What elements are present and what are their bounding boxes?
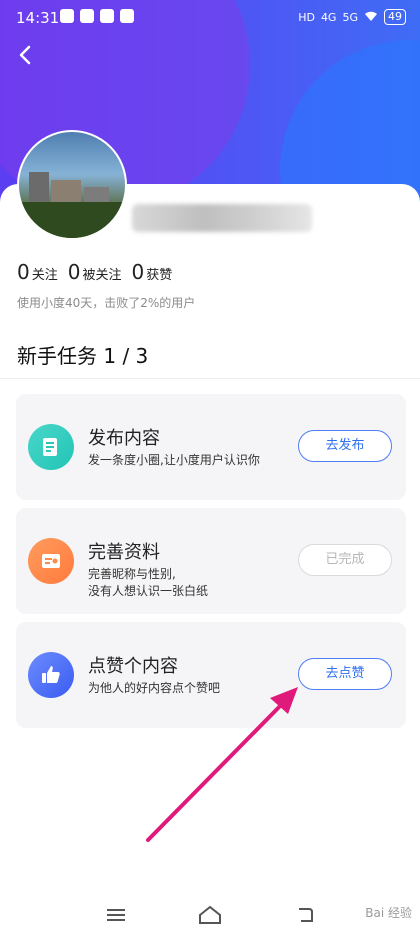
network-label: 4G xyxy=(320,10,337,24)
battery-indicator: 49 xyxy=(384,9,406,25)
task-title: 完善资料 xyxy=(88,542,160,563)
app-notification-icon xyxy=(80,9,94,23)
stat-followers[interactable]: 0 被关注 xyxy=(68,260,122,284)
stat-label: 获赞 xyxy=(146,268,173,283)
menu-button[interactable] xyxy=(96,900,136,930)
document-edit-icon xyxy=(28,424,74,470)
back-nav-button[interactable] xyxy=(284,900,324,930)
app-notification-icon xyxy=(100,9,114,23)
avatar[interactable] xyxy=(17,130,127,240)
home-icon xyxy=(199,905,221,924)
task-title: 发布内容 xyxy=(88,428,160,449)
stat-following[interactable]: 0 关注 xyxy=(17,260,58,284)
hd-label: HD xyxy=(298,10,315,24)
back-icon xyxy=(299,908,313,922)
network-label-2: 5G xyxy=(342,10,358,24)
stat-value: 0 xyxy=(17,260,30,284)
status-bar: 14:31 HD 4G 5G 49 xyxy=(0,0,420,36)
task-card-publish: 发布内容 发一条度小圈,让小度用户认识你 去发布 xyxy=(16,394,406,500)
publish-button[interactable]: 去发布 xyxy=(298,430,392,462)
system-nav-bar xyxy=(0,890,420,940)
task-description: 完善昵称与性别, 没有人想认识一张白纸 xyxy=(88,567,209,598)
task-title: 点赞个内容 xyxy=(88,656,178,677)
profile-stats: 0 关注 0 被关注 0 获赞 xyxy=(17,260,172,284)
chevron-left-icon xyxy=(19,45,31,65)
wifi-icon xyxy=(364,10,378,25)
task-card-profile: 完善资料 完善昵称与性别, 没有人想认识一张白纸 已完成 xyxy=(16,508,406,614)
stat-label: 被关注 xyxy=(82,268,122,283)
watermark: Bai 经验 xyxy=(365,906,412,920)
completed-button[interactable]: 已完成 xyxy=(298,544,392,576)
divider xyxy=(0,378,420,379)
thumbs-up-icon xyxy=(28,652,74,698)
notification-icons xyxy=(60,9,134,23)
usage-text: 使用小度40天，击败了2%的用户 xyxy=(17,296,196,310)
menu-icon xyxy=(107,909,125,921)
status-right: HD 4G 5G 49 xyxy=(298,9,406,25)
home-button[interactable] xyxy=(190,900,230,930)
status-time: 14:31 xyxy=(16,9,60,27)
task-description: 为他人的好内容点个赞吧 xyxy=(88,681,221,695)
app-notification-icon xyxy=(120,9,134,23)
like-button[interactable]: 去点赞 xyxy=(298,658,392,690)
stat-label: 关注 xyxy=(31,268,58,283)
task-card-like: 点赞个内容 为他人的好内容点个赞吧 去点赞 xyxy=(16,622,406,728)
section-title: 新手任务 1 / 3 xyxy=(17,344,149,368)
stat-likes[interactable]: 0 获赞 xyxy=(132,260,173,284)
task-description: 发一条度小圈,让小度用户认识你 xyxy=(88,453,260,467)
app-notification-icon xyxy=(60,9,74,23)
stat-value: 0 xyxy=(67,260,81,284)
username-blurred xyxy=(132,204,312,232)
stat-value: 0 xyxy=(131,260,145,284)
back-button[interactable] xyxy=(10,42,40,72)
profile-card-icon xyxy=(28,538,74,584)
